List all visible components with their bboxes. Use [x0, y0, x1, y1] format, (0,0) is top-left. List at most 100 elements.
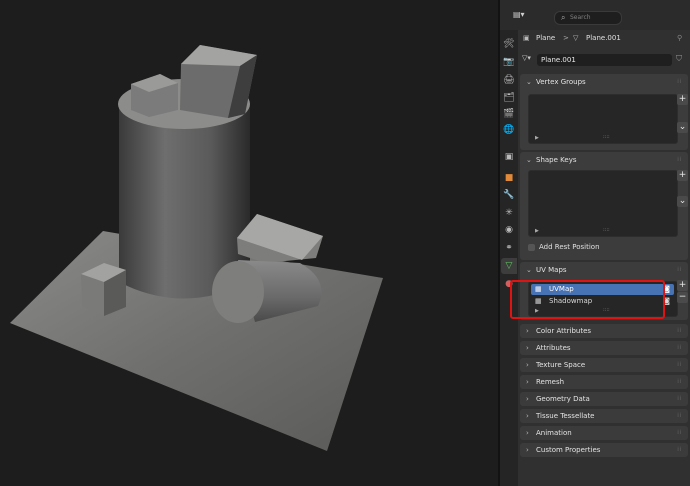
panel-header-shape-keys[interactable]: ⌄ Shape Keys ⁞⁞	[520, 152, 688, 168]
mesh-browse-icon[interactable]: ▽▾	[522, 54, 531, 62]
panel-title: Color Attributes	[536, 327, 592, 335]
modifier-icon[interactable]: 🔧	[501, 187, 517, 203]
chevron-right-icon: ›	[526, 361, 529, 369]
object-icon[interactable]: ■	[501, 170, 517, 186]
panel-animation[interactable]: › Animation ⁞⁞	[520, 426, 688, 440]
pin-icon[interactable]: ⚲	[677, 34, 682, 42]
render-icon[interactable]: 📷	[501, 54, 517, 70]
mesh-data-icon[interactable]: ▽	[501, 258, 517, 274]
expand-triangle-icon[interactable]: ▶	[535, 135, 539, 141]
properties-editor-icon[interactable]: ▤▾	[513, 10, 531, 22]
shape-key-menu-button[interactable]: ⌄	[677, 196, 688, 207]
panel-header[interactable]: › Tissue Tessellate ⁞⁞	[520, 409, 688, 423]
world-icon[interactable]: 🌐	[501, 122, 517, 138]
grip-icon[interactable]: ⁞⁞	[677, 74, 682, 90]
chevron-right-icon: ›	[526, 429, 529, 437]
vertex-groups-list[interactable]: ▶ ::::	[528, 94, 678, 144]
add-rest-position-checkbox[interactable]: Add Rest Position	[528, 242, 678, 253]
add-uv-map-button[interactable]: +	[677, 280, 688, 291]
physics-icon[interactable]: ◉	[501, 222, 517, 238]
breadcrumb-separator: >	[563, 34, 569, 42]
panel-title: Tissue Tessellate	[536, 412, 595, 420]
add-shape-key-button[interactable]: +	[677, 170, 688, 181]
add-vertex-group-button[interactable]: +	[677, 94, 688, 105]
constraints-icon[interactable]: ⚭	[501, 240, 517, 256]
grip-icon[interactable]: ⁞⁞	[677, 392, 682, 406]
search-input[interactable]: ⌕ Search	[554, 11, 622, 25]
properties-header: ▤▾ ⌕ Search	[500, 0, 690, 30]
shape-keys-list[interactable]: ▶ ::::	[528, 170, 678, 237]
panel-header[interactable]: › Attributes ⁞⁞	[520, 341, 688, 355]
panel-header[interactable]: › Remesh ⁞⁞	[520, 375, 688, 389]
panel-header[interactable]: › Geometry Data ⁞⁞	[520, 392, 688, 406]
panel-color-attributes[interactable]: › Color Attributes ⁞⁞	[520, 324, 688, 338]
chevron-right-icon: ›	[526, 446, 529, 454]
scene-render	[10, 45, 383, 451]
panel-tissue-tessellate[interactable]: › Tissue Tessellate ⁞⁞	[520, 409, 688, 423]
mesh-name-field[interactable]: Plane.001	[537, 54, 672, 66]
panel-title: Geometry Data	[536, 395, 590, 403]
panel-header[interactable]: › Animation ⁞⁞	[520, 426, 688, 440]
expand-triangle-icon[interactable]: ▶	[535, 228, 539, 234]
chevron-right-icon: ›	[526, 395, 529, 403]
fake-user-icon[interactable]: ⛉	[676, 54, 682, 64]
grip-icon[interactable]: ⁞⁞	[677, 262, 682, 278]
search-icon: ⌕	[561, 13, 566, 22]
properties-editor: ▤▾ ⌕ Search 🛠 📷 🖨 🗂 🎬 🌐 ▣ ■ 🔧 ✳ ◉ ⚭ ▽ ● ▣ Plane > ▽ P…	[500, 0, 690, 486]
view-layer-icon[interactable]: 🗂	[501, 90, 517, 106]
vertex-group-menu-button[interactable]: ⌄	[677, 122, 688, 133]
checkbox-box[interactable]	[528, 244, 535, 251]
grip-icon[interactable]: ⁞⁞	[677, 152, 682, 168]
panel-header-uv-maps[interactable]: ⌄ UV Maps ⁞⁞	[520, 262, 688, 278]
grip-icon[interactable]: ⁞⁞	[677, 324, 682, 338]
3d-viewport[interactable]	[0, 0, 498, 486]
panel-title: Custom Properties	[536, 446, 601, 454]
chevron-down-icon: ⌄	[526, 156, 532, 164]
chevron-right-icon: ›	[526, 327, 529, 335]
panel-geometry-data[interactable]: › Geometry Data ⁞⁞	[520, 392, 688, 406]
output-icon[interactable]: 🖨	[501, 72, 517, 88]
properties-content: ▣ Plane > ▽ Plane.001 ⚲ ▽▾ Plane.001 ⛉ ⌄…	[518, 30, 690, 486]
grip-icon[interactable]: ⁞⁞	[677, 409, 682, 423]
chevron-down-icon: ⌄	[526, 78, 532, 86]
breadcrumb-object: Plane	[536, 34, 556, 42]
panel-custom-properties[interactable]: › Custom Properties ⁞⁞	[520, 443, 688, 457]
tool-icon[interactable]: 🛠	[501, 36, 517, 52]
panel-header[interactable]: › Color Attributes ⁞⁞	[520, 324, 688, 338]
grip-icon[interactable]: ⁞⁞	[677, 341, 682, 355]
list-resize-grip[interactable]: ::::	[603, 134, 610, 140]
mesh-datablock-selector: ▽▾ Plane.001 ⛉	[518, 52, 690, 66]
search-placeholder: Search	[570, 14, 591, 21]
panel-vertex-groups: ⌄ Vertex Groups ⁞⁞ ▶ :::: + ⌄	[520, 74, 688, 150]
grip-icon[interactable]: ⁞⁞	[677, 358, 682, 372]
chevron-down-icon: ⌄	[526, 266, 532, 274]
panel-remesh[interactable]: › Remesh ⁞⁞	[520, 375, 688, 389]
panel-title: Remesh	[536, 378, 565, 386]
panel-attributes[interactable]: › Attributes ⁞⁞	[520, 341, 688, 355]
panel-title: Texture Space	[536, 361, 586, 369]
chevron-right-icon: ›	[526, 412, 529, 420]
panel-texture-space[interactable]: › Texture Space ⁞⁞	[520, 358, 688, 372]
annotation-highlight-box	[510, 280, 665, 319]
chevron-right-icon: ›	[526, 378, 529, 386]
panel-header[interactable]: › Texture Space ⁞⁞	[520, 358, 688, 372]
grip-icon[interactable]: ⁞⁞	[677, 443, 682, 457]
grip-icon[interactable]: ⁞⁞	[677, 426, 682, 440]
collection-icon[interactable]: ▣	[501, 149, 517, 165]
panel-title: Attributes	[536, 344, 571, 352]
breadcrumb: ▣ Plane > ▽ Plane.001 ⚲	[518, 30, 690, 48]
scene-icon[interactable]: 🎬	[501, 106, 517, 122]
object-icon: ▣	[523, 34, 530, 42]
panel-title: UV Maps	[536, 266, 567, 274]
remove-uv-map-button[interactable]: −	[677, 292, 688, 303]
mesh-icon: ▽	[573, 34, 579, 42]
panel-header-vertex-groups[interactable]: ⌄ Vertex Groups ⁞⁞	[520, 74, 688, 90]
panel-title: Animation	[536, 429, 572, 437]
checkbox-label: Add Rest Position	[539, 243, 600, 251]
grip-icon[interactable]: ⁞⁞	[677, 375, 682, 389]
properties-tabs: 🛠 📷 🖨 🗂 🎬 🌐 ▣ ■ 🔧 ✳ ◉ ⚭ ▽ ●	[500, 30, 518, 486]
particles-icon[interactable]: ✳	[501, 205, 517, 221]
panel-shape-keys: ⌄ Shape Keys ⁞⁞ ▶ :::: + ⌄ Add Rest Posi…	[520, 152, 688, 260]
list-resize-grip[interactable]: ::::	[603, 227, 610, 233]
panel-header[interactable]: › Custom Properties ⁞⁞	[520, 443, 688, 457]
